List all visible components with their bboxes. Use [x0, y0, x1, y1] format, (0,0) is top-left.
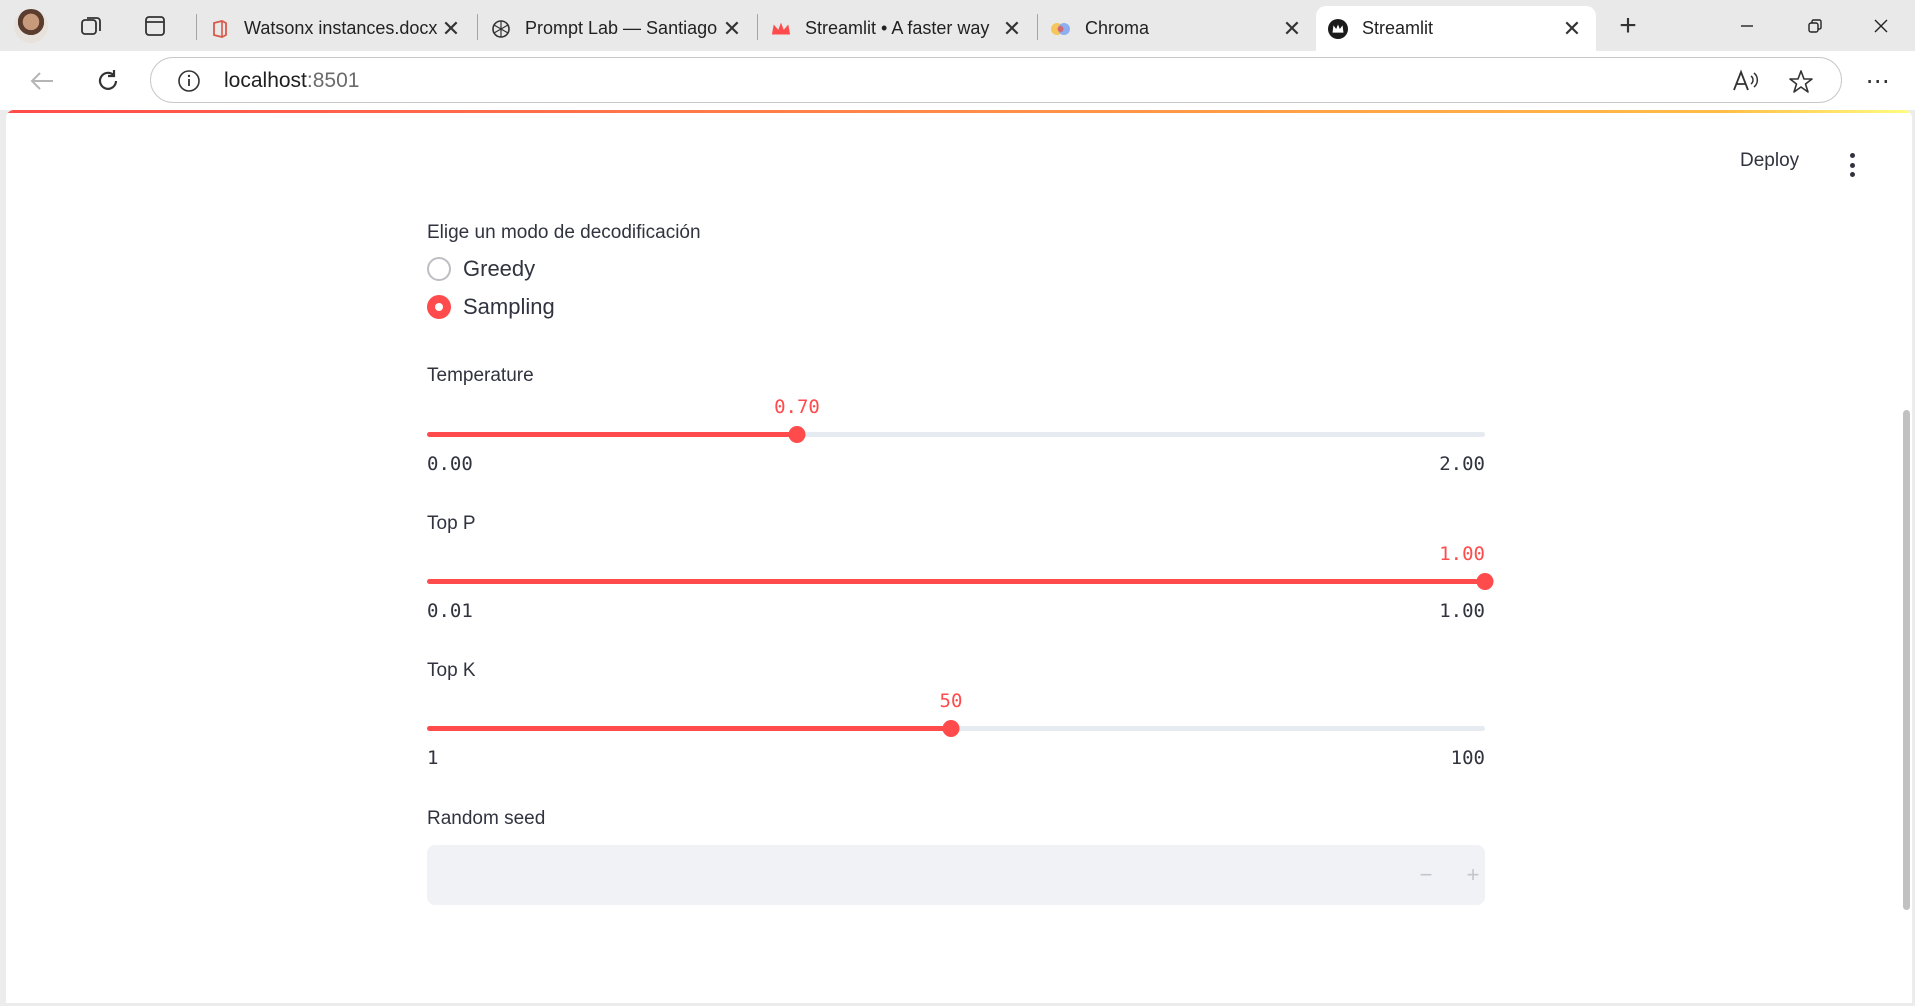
close-window-icon[interactable]: [1847, 0, 1915, 51]
close-tab-icon[interactable]: ✕: [998, 15, 1026, 43]
tab-separator: [1037, 14, 1038, 40]
main-menu-icon[interactable]: [1846, 153, 1858, 177]
slider-min: 1: [427, 747, 439, 769]
slider-thumb[interactable]: [942, 720, 960, 737]
slider-value: 1.00: [1439, 543, 1485, 565]
random-seed-label: Random seed: [427, 808, 546, 829]
top-p-label: Top P: [427, 513, 476, 534]
decrement-button[interactable]: −: [1411, 860, 1441, 890]
url-text: localhost:8501: [224, 69, 359, 93]
scrollbar[interactable]: [1903, 410, 1910, 910]
tab-title: Prompt Lab — Santiago: [525, 18, 718, 38]
slider-fill: [427, 726, 951, 731]
browser-menu-icon[interactable]: ⋯: [1862, 66, 1894, 96]
streamlit-app: Deploy Elige un modo de decodificación G…: [6, 110, 1912, 1003]
deploy-button[interactable]: Deploy: [1740, 150, 1799, 172]
radio-sampling[interactable]: Sampling: [427, 294, 555, 320]
top-k-label: Top K: [427, 660, 476, 681]
refresh-icon[interactable]: [91, 65, 125, 97]
header-decoration: [6, 110, 1912, 113]
slider-min: 0.01: [427, 600, 473, 622]
new-tab-button[interactable]: +: [1608, 9, 1648, 42]
tab-actions-icon[interactable]: [139, 10, 171, 42]
navigation-bar: localhost:8501 ⋯: [0, 51, 1915, 110]
chroma-icon: [1051, 19, 1071, 39]
slider-value: 0.70: [774, 396, 820, 418]
slider-thumb[interactable]: [1476, 573, 1494, 590]
slider-max: 100: [1450, 747, 1485, 769]
office-icon: [210, 19, 230, 39]
close-tab-icon[interactable]: ✕: [1278, 15, 1306, 43]
decoding-mode-label: Elige un modo de decodificación: [427, 222, 701, 243]
temperature-label: Temperature: [427, 365, 534, 386]
top-k-slider[interactable]: 50 1 100: [427, 681, 1485, 771]
temperature-slider[interactable]: 0.70 0.00 2.00: [427, 387, 1485, 477]
random-seed-field[interactable]: [427, 845, 1387, 905]
site-info-icon[interactable]: [177, 69, 201, 93]
favorite-star-icon[interactable]: [1787, 68, 1815, 96]
radio-greedy[interactable]: Greedy: [427, 256, 535, 282]
tab-separator: [477, 14, 478, 40]
tab-title: Streamlit • A faster way: [805, 18, 990, 38]
restore-icon[interactable]: [1781, 0, 1849, 51]
tab-streamlit-site[interactable]: Streamlit • A faster way ✕: [759, 6, 1036, 51]
tab-chroma[interactable]: Chroma ✕: [1039, 6, 1316, 51]
radio-label: Sampling: [463, 294, 555, 319]
tab-separator: [757, 14, 758, 40]
tab-prompt-lab[interactable]: Prompt Lab — Santiago ✕: [479, 6, 756, 51]
close-tab-icon[interactable]: ✕: [437, 15, 465, 43]
streamlit-dark-icon: [1328, 18, 1348, 39]
streamlit-crown-icon: [771, 19, 791, 39]
tab-watsonx[interactable]: Watsonx instances.docx ✕: [198, 6, 475, 51]
tab-title: Watsonx instances.docx: [244, 18, 437, 38]
slider-min: 0.00: [427, 453, 473, 475]
tab-separator: [196, 14, 197, 40]
radio-label: Greedy: [463, 256, 536, 281]
url-port: :8501: [306, 69, 360, 92]
slider-value: 50: [939, 690, 963, 712]
tab-streamlit-active[interactable]: Streamlit ✕: [1316, 6, 1596, 51]
tab-bar: Watsonx instances.docx ✕ Prompt Lab — Sa…: [0, 0, 1915, 51]
minimize-icon[interactable]: [1713, 0, 1781, 51]
url-host: localhost: [224, 69, 307, 92]
top-p-slider[interactable]: 1.00 0.01 1.00: [427, 534, 1494, 624]
profile-avatar[interactable]: [14, 9, 48, 43]
back-icon[interactable]: [25, 65, 59, 97]
radio-circle-selected: [427, 295, 451, 319]
slider-fill: [427, 579, 1485, 584]
close-tab-icon[interactable]: ✕: [1558, 15, 1586, 43]
slider-thumb[interactable]: [788, 426, 806, 443]
openai-icon: [491, 19, 511, 39]
slider-max: 2.00: [1439, 453, 1485, 475]
address-bar[interactable]: localhost:8501: [150, 57, 1842, 103]
workspaces-icon[interactable]: [76, 10, 108, 42]
random-seed-input: − +: [427, 845, 1485, 905]
increment-button[interactable]: +: [1458, 860, 1488, 890]
radio-circle: [427, 257, 451, 281]
close-tab-icon[interactable]: ✕: [718, 15, 746, 43]
read-aloud-icon[interactable]: [1731, 68, 1759, 96]
slider-max: 1.00: [1439, 600, 1485, 622]
slider-fill: [427, 432, 797, 437]
tab-title: Streamlit: [1362, 18, 1434, 38]
tab-title: Chroma: [1085, 18, 1150, 38]
